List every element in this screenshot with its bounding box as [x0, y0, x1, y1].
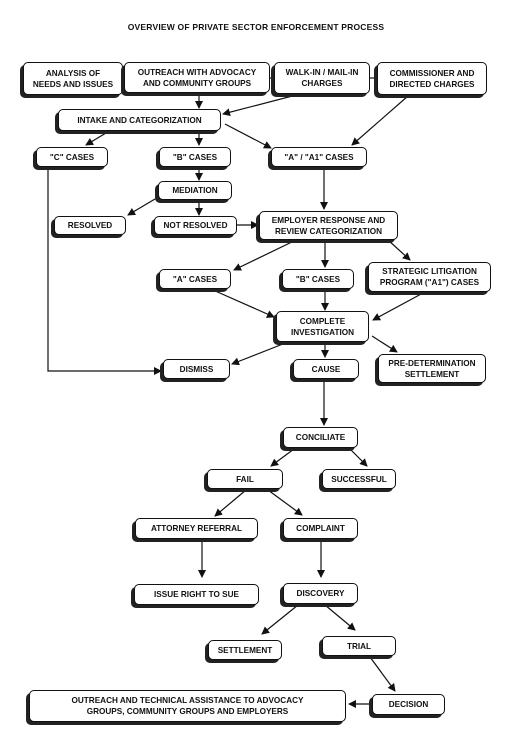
node-employer-response: EMPLOYER RESPONSE AND REVIEW CATEGORIZAT… — [259, 211, 398, 240]
node-successful: SUCCESSFUL — [322, 469, 396, 489]
arrow-investigation-to-predetermination — [371, 335, 398, 353]
arrow-a_cases-to-investigation — [212, 289, 275, 318]
arrow-intake-to-c_cases — [85, 129, 112, 146]
node-issue-right-to-sue: ISSUE RIGHT TO SUE — [134, 584, 259, 605]
node-b-cases-2: "B" CASES — [282, 269, 354, 289]
node-decision: DECISION — [372, 694, 445, 715]
node-b-cases: "B" CASES — [159, 147, 231, 167]
node-cause: CAUSE — [293, 359, 359, 379]
arrow-mediation-to-resolved — [127, 198, 156, 216]
node-a-a1-cases: "A" / "A1" CASES — [271, 147, 367, 167]
node-outreach: OUTREACH WITH ADVOCACY AND COMMUNITY GRO… — [124, 62, 270, 93]
node-walkin: WALK-IN / MAIL-IN CHARGES — [274, 62, 370, 94]
node-strategic-litigation: STRATEGIC LITIGATION PROGRAM ("A1") CASE… — [368, 262, 491, 292]
node-complete-investigation: COMPLETE INVESTIGATION — [276, 311, 369, 342]
arrow-walkin-to-intake — [222, 93, 301, 117]
node-dismiss: DISMISS — [163, 359, 230, 379]
arrow-employer_response-to-strategic — [387, 239, 411, 261]
node-not-resolved: NOT RESOLVED — [154, 216, 237, 235]
arrow-conciliate-to-successful — [349, 448, 368, 467]
arrow-intake-to-a_a1_cases — [224, 123, 272, 149]
arrow-conciliate-to-fail — [270, 448, 295, 467]
node-intake: INTAKE AND CATEGORIZATION — [58, 109, 221, 131]
arrow-strategic-to-investigation — [372, 292, 424, 321]
node-conciliate: CONCILIATE — [283, 427, 358, 448]
node-pre-determination: PRE-DETERMINATION SETTLEMENT — [378, 354, 486, 383]
node-discovery: DISCOVERY — [283, 583, 358, 604]
node-resolved: RESOLVED — [54, 216, 126, 235]
node-mediation: MEDIATION — [158, 181, 232, 200]
arrow-fail-to-attorney — [214, 489, 247, 517]
node-settlement: SETTLEMENT — [208, 640, 282, 660]
arrow-discovery-to-settlement — [261, 604, 299, 635]
node-a-cases: "A" CASES — [159, 269, 231, 289]
arrow-c_cases-to-dismiss — [47, 167, 162, 375]
arrow-fail-to-complaint — [267, 489, 303, 516]
node-complaint: COMPLAINT — [283, 518, 358, 539]
node-analysis: ANALYSIS OF NEEDS AND ISSUES — [23, 62, 123, 95]
node-commissioner: COMMISSIONER AND DIRECTED CHARGES — [377, 62, 487, 95]
node-trial: TRIAL — [322, 636, 396, 656]
arrow-employer_response-to-a_cases — [233, 239, 297, 271]
arrow-commissioner-to-a_a1_cases — [351, 95, 409, 146]
node-fail: FAIL — [207, 469, 283, 489]
arrow-discovery-to-trial — [324, 604, 356, 631]
node-outreach-technical-assistance: OUTREACH AND TECHNICAL ASSISTANCE TO ADV… — [29, 690, 346, 722]
arrow-investigation-to-dismiss — [231, 341, 289, 366]
node-attorney-referral: ATTORNEY REFERRAL — [135, 518, 258, 539]
node-c-cases: "C" CASES — [36, 147, 108, 167]
arrow-trial-to-decision — [369, 656, 396, 692]
